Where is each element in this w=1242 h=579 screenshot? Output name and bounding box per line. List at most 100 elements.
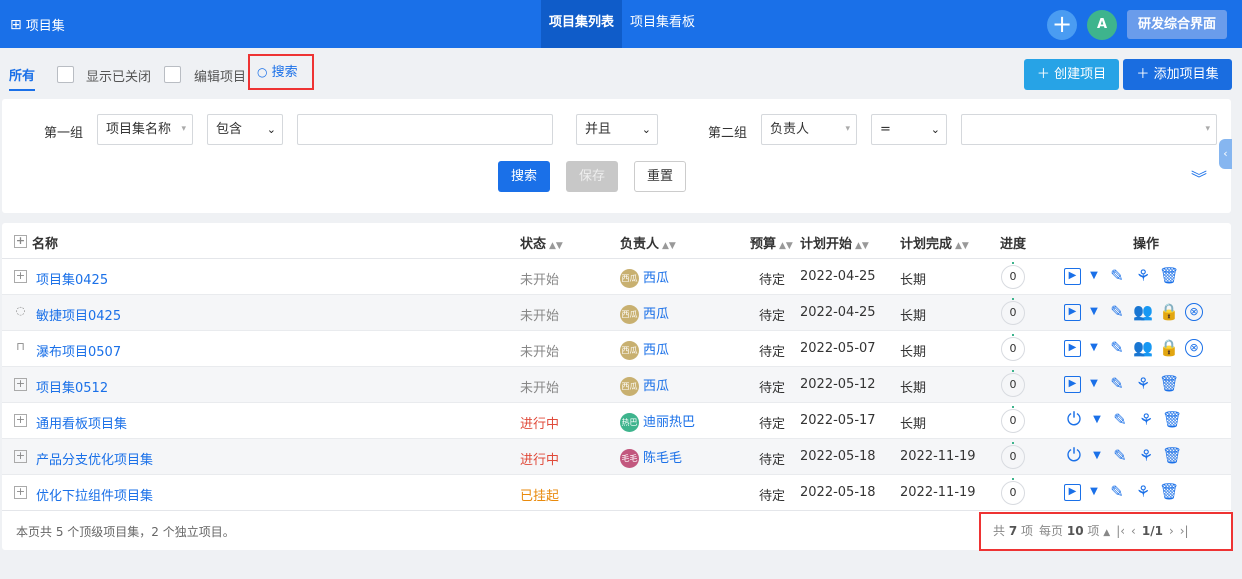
chevron-down-icon[interactable]: ▼ — [1090, 446, 1104, 466]
col-budget[interactable]: 预算 ▲▼ — [750, 233, 793, 252]
waterfall-icon[interactable]: ⊓ — [14, 341, 27, 355]
group1-field-select[interactable]: 项目集名称 ▾ — [97, 114, 193, 145]
expand-icon[interactable]: + — [14, 450, 27, 463]
expand-icon[interactable]: ⊗ — [1185, 339, 1203, 357]
prev-page-icon[interactable]: ‹ — [1131, 514, 1136, 549]
tree-icon[interactable]: ⚘ — [1133, 482, 1153, 502]
project-name-link[interactable]: 产品分支优化项目集 — [36, 449, 153, 468]
chevron-down-icon[interactable]: ▼ — [1090, 410, 1104, 430]
expand-icon[interactable]: + — [14, 486, 27, 499]
and-or-select[interactable]: 并且 ⌄ — [576, 114, 658, 145]
group2-value-select[interactable]: ▾ — [961, 114, 1217, 145]
first-page-icon[interactable]: |‹ — [1116, 514, 1125, 549]
tree-icon[interactable]: ⚘ — [1136, 410, 1156, 430]
table-row[interactable]: ⊓ 瀑布项目0507 未开始 西瓜 西瓜 待定 2022-05-07 长期 0 ▶ ▼ ✎ 👥 🔒 ⊗ — [2, 331, 1231, 367]
edit-icon[interactable]: ✎ — [1107, 302, 1127, 322]
user-avatar[interactable]: A — [1087, 10, 1117, 40]
add-project-set-button[interactable]: ＋ 添加项目集 — [1123, 59, 1232, 90]
brand[interactable]: ⊞ 项目集 — [10, 15, 65, 35]
reset-button[interactable]: 重置 — [634, 161, 686, 192]
budget: 待定 — [759, 453, 786, 468]
search-button[interactable]: 搜索 — [498, 161, 550, 192]
play-icon[interactable]: ▶ — [1064, 339, 1081, 357]
trash-icon[interactable]: 🗑 — [1159, 482, 1179, 502]
progress-ring: 0 — [1001, 334, 1025, 361]
group1-operator-select[interactable]: 包含 ⌄ — [207, 114, 283, 145]
col-budget-label: 预算 — [750, 237, 777, 252]
sidebar-toggle-handle[interactable]: ‹ — [1219, 139, 1232, 169]
total-value: 7 — [1008, 524, 1018, 538]
play-icon[interactable]: ▶ — [1064, 483, 1081, 501]
col-name[interactable]: 名称 — [32, 233, 58, 252]
table-row[interactable]: + 产品分支优化项目集 进行中 毛毛 陈毛毛 待定 2022-05-18 2022-11-19… — [2, 439, 1231, 475]
play-icon[interactable]: ▶ — [1064, 375, 1081, 393]
expand-icon[interactable]: ⊗ — [1185, 303, 1203, 321]
trash-icon[interactable]: 🗑 — [1159, 266, 1179, 286]
expand-all-icon[interactable]: + — [14, 235, 27, 248]
table-row[interactable]: + 项目集0425 未开始 西瓜 西瓜 待定 2022-04-25 长期 0 ▶ ▼ ✎ ⚘ 🗑 — [2, 259, 1231, 295]
page-summary: 本页共 5 个顶级项目集，2 个独立项目。 — [16, 525, 235, 539]
tree-icon[interactable]: ⚘ — [1136, 446, 1156, 466]
col-plan-end[interactable]: 计划完成 ▲▼ — [900, 233, 969, 252]
col-status[interactable]: 状态 ▲▼ — [520, 233, 563, 252]
show-closed-checkbox[interactable] — [57, 66, 74, 83]
table-row[interactable]: + 项目集0512 未开始 西瓜 西瓜 待定 2022-05-12 长期 0 ▶ ▼ ✎ ⚘ 🗑 — [2, 367, 1231, 403]
edit-icon[interactable]: ✎ — [1107, 266, 1127, 286]
project-name-link[interactable]: 项目集0512 — [36, 377, 108, 396]
edit-icon[interactable]: ✎ — [1110, 410, 1130, 430]
edit-icon[interactable]: ✎ — [1107, 482, 1127, 502]
table-row[interactable]: ◌ 敏捷项目0425 未开始 西瓜 西瓜 待定 2022-04-25 长期 0 ▶ ▼ ✎ 👥 🔒 ⊗ — [2, 295, 1231, 331]
col-owner[interactable]: 负责人 ▲▼ — [620, 233, 676, 252]
project-name-link[interactable]: 优化下拉组件项目集 — [36, 485, 153, 504]
chevron-down-icon[interactable]: ▼ — [1087, 482, 1101, 502]
users-icon[interactable]: 👥 — [1133, 338, 1153, 358]
trash-icon[interactable]: 🗑 — [1162, 446, 1182, 466]
lock-icon[interactable]: 🔒 — [1159, 302, 1179, 322]
tab-project-set-list[interactable]: 项目集列表 — [541, 0, 622, 48]
power-icon[interactable]: ⏻ — [1064, 446, 1084, 466]
table-row[interactable]: + 优化下拉组件项目集 已挂起 待定 2022-05-18 2022-11-19 0 ▶ ▼ ✎ ⚘… — [2, 475, 1231, 511]
plus-circle-icon[interactable]: + — [1047, 10, 1077, 40]
power-icon[interactable]: ⏻ — [1064, 410, 1084, 430]
users-icon[interactable]: 👥 — [1133, 302, 1153, 322]
edit-icon[interactable]: ✎ — [1107, 338, 1127, 358]
lock-icon[interactable]: 🔒 — [1159, 338, 1179, 358]
group1-value-input[interactable] — [297, 114, 553, 145]
create-project-label: 创建项目 — [1054, 67, 1107, 82]
project-name-link[interactable]: 项目集0425 — [36, 269, 108, 288]
tree-icon[interactable]: ⚘ — [1133, 374, 1153, 394]
double-chevron-down-icon[interactable]: ︾ — [1191, 165, 1207, 189]
save-button[interactable]: 保存 — [566, 161, 618, 192]
edit-icon[interactable]: ✎ — [1107, 374, 1127, 394]
project-name-link[interactable]: 通用看板项目集 — [36, 413, 127, 432]
chevron-down-icon[interactable]: ▼ — [1087, 266, 1101, 286]
next-page-icon[interactable]: › — [1169, 514, 1174, 549]
col-plan-start[interactable]: 计划开始 ▲▼ — [800, 233, 869, 252]
expand-icon[interactable]: + — [14, 270, 27, 283]
workspace-switch-button[interactable]: 研发综合界面 — [1127, 10, 1227, 39]
tab-project-set-board[interactable]: 项目集看板 — [630, 0, 695, 48]
chevron-down-icon[interactable]: ▼ — [1087, 338, 1101, 358]
trash-icon[interactable]: 🗑 — [1159, 374, 1179, 394]
project-name-link[interactable]: 瀑布项目0507 — [36, 341, 121, 360]
play-icon[interactable]: ▶ — [1064, 267, 1081, 285]
last-page-icon[interactable]: ›| — [1180, 514, 1189, 549]
search-toggle-button[interactable]: ○ 搜索 — [248, 54, 314, 90]
chevron-down-icon[interactable]: ▼ — [1087, 302, 1101, 322]
expand-icon[interactable]: + — [14, 378, 27, 391]
play-icon[interactable]: ▶ — [1064, 303, 1081, 321]
expand-icon[interactable]: + — [14, 414, 27, 427]
chevron-down-icon[interactable]: ▼ — [1087, 374, 1101, 394]
group2-operator-select[interactable]: = ⌄ — [871, 114, 947, 145]
agile-icon[interactable]: ◌ — [14, 305, 27, 319]
per-page-select[interactable]: 每页 10 项 ▲ — [1039, 514, 1110, 549]
group2-field-select[interactable]: 负责人 ▾ — [761, 114, 857, 145]
tab-all[interactable]: 所有 — [9, 65, 36, 91]
table-row[interactable]: + 通用看板项目集 进行中 热巴 迪丽热巴 待定 2022-05-17 长期 0 ⏻ ▼ ✎ ⚘ 🗑 — [2, 403, 1231, 439]
edit-icon[interactable]: ✎ — [1110, 446, 1130, 466]
create-project-button[interactable]: ＋ 创建项目 — [1024, 59, 1119, 90]
tree-icon[interactable]: ⚘ — [1133, 266, 1153, 286]
trash-icon[interactable]: 🗑 — [1162, 410, 1182, 430]
project-name-link[interactable]: 敏捷项目0425 — [36, 305, 121, 324]
edit-project-checkbox[interactable] — [164, 66, 181, 83]
